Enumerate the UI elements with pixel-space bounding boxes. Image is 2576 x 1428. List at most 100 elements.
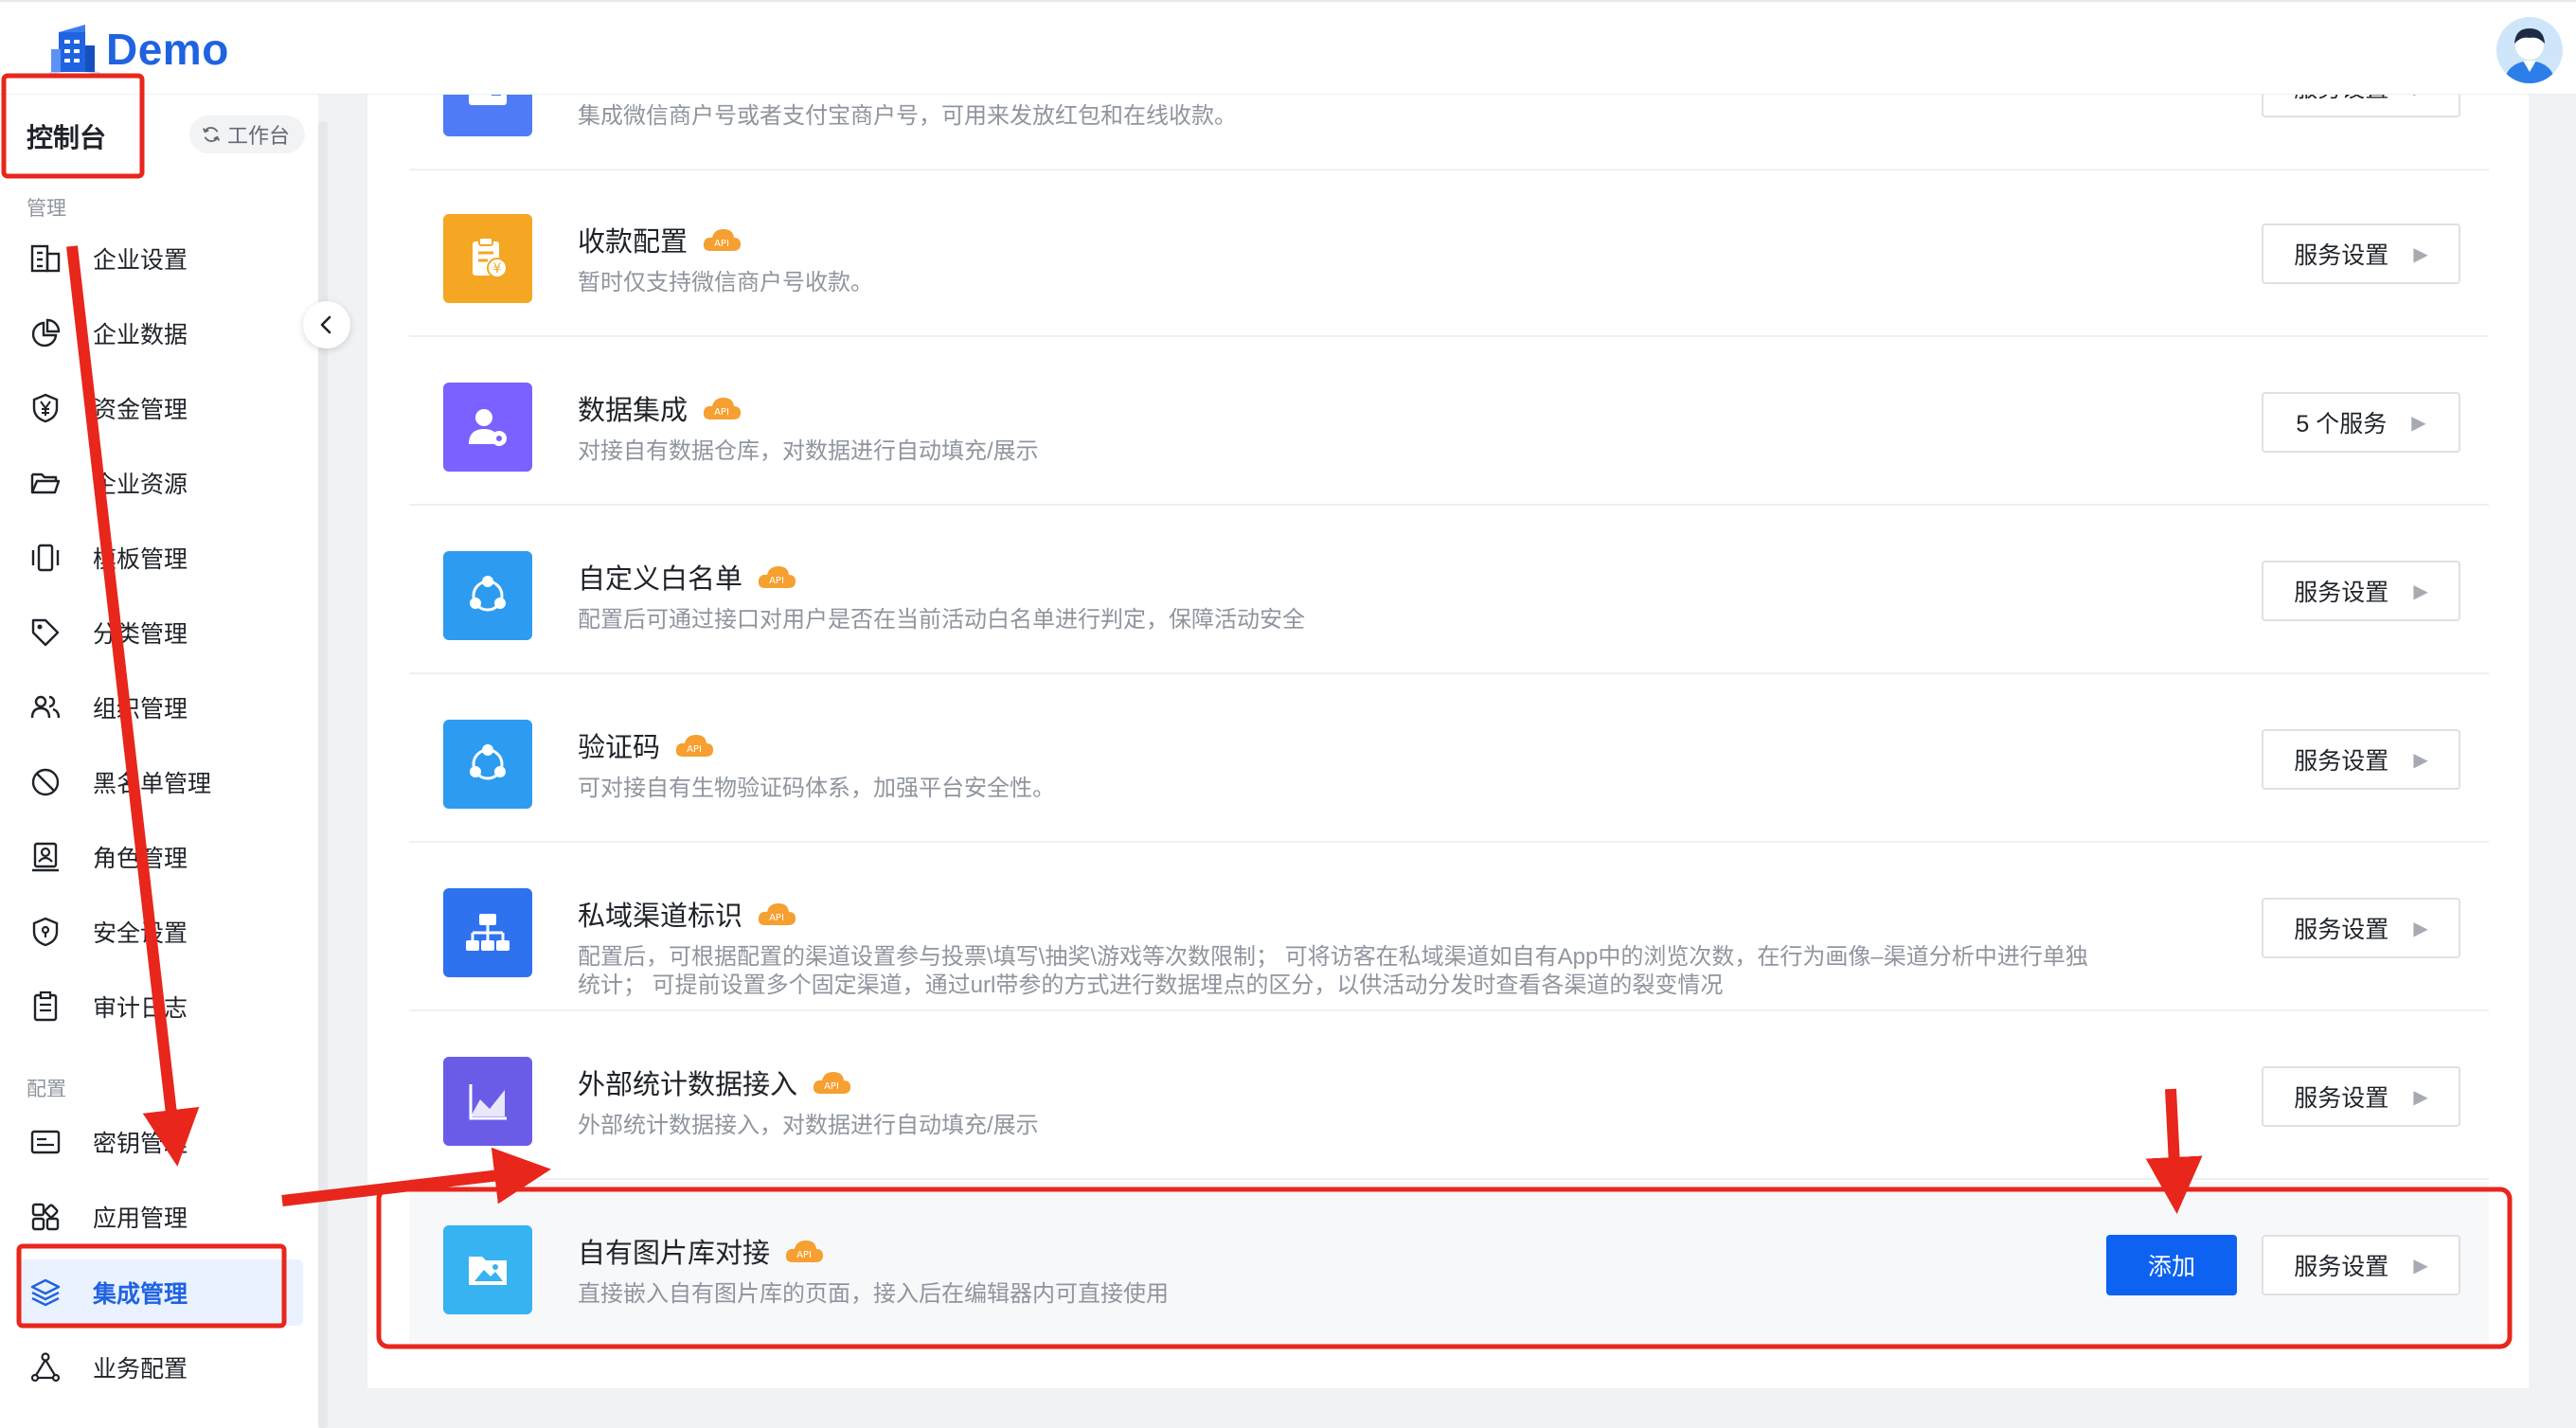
chevron-right-icon: ▶: [2413, 243, 2428, 265]
sidebar-item-label: 企业设置: [93, 247, 188, 274]
sidebar-item-templates[interactable]: 模板管理: [19, 525, 303, 591]
user-gear-icon: [443, 383, 532, 472]
integration-title: 私域渠道标识 API: [578, 894, 797, 934]
api-badge-text: API: [769, 576, 784, 586]
sidebar-item-label: 黑名单管理: [93, 771, 212, 797]
integration-desc: 直接嵌入自有图片库的页面，接入后在编辑器内可直接使用: [578, 1281, 1169, 1307]
title-text: 数据集成: [578, 396, 689, 426]
share-nodes-icon: [443, 720, 532, 809]
integration-title: 自有图片库对接 API: [578, 1231, 825, 1271]
integration-row-whitelist: 自定义白名单 API 配置后可通过接口对用户是否在当前活动白名单进行判定，保障活…: [409, 508, 2489, 674]
sidebar-item-label: 模板管理: [93, 546, 188, 573]
sidebar-item-label: 组织管理: [93, 696, 188, 723]
brand-logo[interactable]: Demo: [45, 21, 229, 78]
sidebar-item-label: 安全设置: [93, 920, 188, 947]
integration-title: 外部统计数据接入 API: [578, 1062, 852, 1102]
integration-title: 验证码 API: [578, 725, 715, 765]
api-cloud-icon: API: [756, 900, 797, 928]
integration-row-captcha: 验证码 API 可对接自有生物验证码体系，加强平台安全性。 服务设置 ▶: [409, 676, 2489, 843]
integration-desc: 配置后可通过接口对用户是否在当前活动白名单进行判定，保障活动安全: [578, 607, 1305, 633]
sidebar-item-security[interactable]: 安全设置: [19, 899, 303, 965]
sidebar-item-blacklist[interactable]: 黑名单管理: [19, 749, 303, 815]
api-cloud-icon: API: [783, 1237, 825, 1265]
button-label: 服务设置: [2294, 242, 2389, 269]
service-settings-button[interactable]: 服务设置 ▶: [2262, 223, 2460, 284]
template-icon: [28, 541, 63, 575]
services-count-button[interactable]: 5 个服务 ▶: [2262, 392, 2460, 453]
service-settings-button[interactable]: 服务设置 ▶: [2262, 1066, 2460, 1127]
service-settings-button[interactable]: 服务设置 ▶: [2262, 561, 2460, 621]
integration-row-collection: ¥ 收款配置 API 暂时仅支持微信商户号收款。 服务设置 ▶: [409, 170, 2489, 337]
sidebar-item-integrations[interactable]: 集成管理: [19, 1259, 303, 1326]
api-badge-text: API: [796, 1250, 812, 1260]
network-icon: [28, 1350, 63, 1384]
avatar-person-icon: [2496, 17, 2563, 83]
console-title[interactable]: 控制台: [27, 117, 106, 155]
sidebar-item-apps[interactable]: 应用管理: [19, 1184, 303, 1250]
layers-icon: [28, 1276, 63, 1310]
service-settings-button[interactable]: 服务设置 ▶: [2262, 729, 2460, 790]
button-label: 5 个服务: [2296, 411, 2388, 437]
service-settings-button[interactable]: 服务设置 ▶: [2262, 1235, 2460, 1295]
integration-row-private-channel: 私域渠道标识 API 配置后，可根据配置的渠道设置参与投票\填写\抽奖\游戏等次…: [409, 845, 2489, 1011]
clipboard-icon: [28, 990, 63, 1024]
key-card-icon: [28, 1125, 63, 1159]
title-text: 自有图片库对接: [578, 1239, 771, 1269]
integration-row-data: 数据集成 API 对接自有数据仓库，对数据进行自动填充/展示 5 个服务 ▶: [409, 339, 2489, 506]
api-badge-text: API: [769, 913, 784, 923]
chevron-right-icon: ▶: [2413, 918, 2428, 939]
api-cloud-icon: API: [673, 731, 715, 759]
org-chart-icon: [443, 888, 532, 977]
sidebar-item-business-config[interactable]: 业务配置: [19, 1334, 303, 1401]
sidebar-item-label: 集成管理: [93, 1281, 188, 1308]
chevron-right-icon: ▶: [2413, 580, 2428, 602]
yen-shield-icon: [28, 391, 63, 425]
receipt-yen-icon: ¥: [443, 214, 532, 303]
sidebar-item-label: 企业数据: [93, 322, 188, 348]
title-text: 外部统计数据接入: [578, 1070, 798, 1100]
block-icon: [28, 765, 63, 799]
chevron-left-icon: [320, 315, 331, 334]
brand-name: Demo: [106, 25, 229, 74]
integration-list-panel: 集成微信商户号或者支付宝商户号，可用来发放红包和在线收款。 服务设置 ▶ ¥ 收款…: [367, 47, 2529, 1388]
sidebar-item-funds[interactable]: 资金管理: [19, 375, 303, 441]
sidebar-item-audit-log[interactable]: 审计日志: [19, 973, 303, 1040]
users-icon: [28, 690, 63, 724]
add-button[interactable]: 添加: [2106, 1235, 2237, 1295]
sidebar-item-categories[interactable]: 分类管理: [19, 599, 303, 666]
sidebar-item-keys[interactable]: 密钥管理: [19, 1109, 303, 1175]
chevron-right-icon: ▶: [2413, 1086, 2428, 1108]
sidebar: 控制台 工作台 管理 企业设置 企业数据 资金管理 企业资源 模板管理 分类管理…: [0, 95, 318, 1428]
integration-desc: 可对接自有生物验证码体系，加强平台安全性。: [578, 776, 1055, 801]
api-badge-text: API: [714, 239, 729, 249]
chevron-right-icon: ▶: [2411, 412, 2426, 434]
service-settings-button[interactable]: 服务设置 ▶: [2262, 898, 2460, 958]
integration-row-external-stats: 外部统计数据接入 API 外部统计数据接入，对数据进行自动填充/展示 服务设置 ▶: [409, 1013, 2489, 1180]
title-text: 收款配置: [578, 227, 689, 258]
title-text: 私域渠道标识: [578, 901, 743, 932]
integration-desc: 配置后，可根据配置的渠道设置参与投票\填写\抽奖\游戏等次数限制； 可将访客在私…: [578, 944, 2088, 998]
svg-text:¥: ¥: [493, 261, 502, 277]
chevron-right-icon: ▶: [2413, 749, 2428, 771]
sidebar-item-organization[interactable]: 组织管理: [19, 674, 303, 741]
role-icon: [28, 840, 63, 874]
sidebar-item-label: 企业资源: [93, 472, 188, 498]
sidebar-item-resources[interactable]: 企业资源: [19, 450, 303, 516]
section-label-config: 配置: [27, 1079, 66, 1100]
pie-chart-icon: [28, 316, 63, 350]
collapse-sidebar-button[interactable]: [303, 301, 350, 348]
integration-title: 数据集成 API: [578, 388, 742, 428]
api-cloud-icon: API: [701, 394, 742, 422]
sidebar-item-label: 角色管理: [93, 846, 188, 872]
sidebar-item-enterprise-data[interactable]: 企业数据: [19, 300, 303, 366]
sidebar-item-enterprise-settings[interactable]: 企业设置: [19, 225, 303, 292]
api-badge-text: API: [714, 407, 729, 418]
share-nodes-icon: [443, 551, 532, 640]
sidebar-item-roles[interactable]: 角色管理: [19, 824, 303, 890]
sidebar-item-label: 密钥管理: [93, 1131, 188, 1157]
api-badge-text: API: [687, 744, 702, 755]
integration-title: 自定义白名单 API: [578, 557, 797, 597]
workbench-switch[interactable]: 工作台: [189, 116, 306, 153]
user-avatar[interactable]: [2496, 17, 2563, 83]
integration-title: 收款配置 API: [578, 220, 742, 259]
